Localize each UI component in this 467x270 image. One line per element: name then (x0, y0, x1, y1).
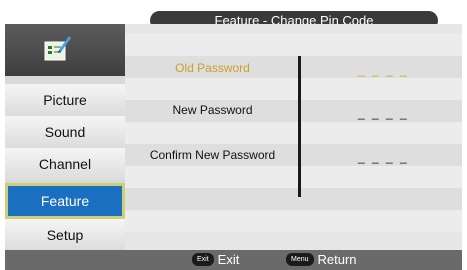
sidebar-item-label: Feature (40, 193, 90, 209)
old-password-field[interactable]: _ _ _ _ (358, 63, 409, 77)
menu-key-icon: Menu (286, 253, 314, 266)
exit-label: Exit (217, 252, 240, 267)
sidebar-item-label: Setup (46, 227, 84, 243)
confirm-password-field[interactable]: _ _ _ _ (358, 150, 409, 164)
sidebar-item-label: Picture (43, 92, 87, 108)
panel-stripe (125, 122, 462, 144)
sidebar-item-label: Sound (44, 124, 86, 140)
sidebar-item-sound[interactable]: Sound (5, 116, 125, 148)
panel-stripe (125, 188, 462, 210)
panel-stripe (125, 210, 462, 232)
column-divider (298, 56, 301, 197)
sidebar-item-channel[interactable]: Channel (5, 148, 125, 180)
exit-key-icon: Exit (192, 253, 214, 266)
confirm-password-label[interactable]: Confirm New Password (125, 148, 300, 162)
sidebar-item-picture[interactable]: Picture (5, 84, 125, 116)
return-label: Return (317, 252, 357, 267)
notepad-pencil-icon (44, 36, 71, 61)
sidebar-logo (5, 24, 125, 76)
new-password-field[interactable]: _ _ _ _ (358, 106, 409, 120)
exit-hint[interactable]: Exit Exit (192, 252, 239, 267)
return-hint[interactable]: Menu Return (286, 252, 357, 267)
panel-stripe (125, 78, 462, 100)
panel-stripe (125, 166, 462, 188)
sidebar-item-feature[interactable]: Feature (5, 183, 125, 219)
new-password-label[interactable]: New Password (125, 103, 300, 117)
panel-stripe (125, 34, 462, 56)
sidebar-item-label: Channel (38, 156, 92, 172)
sidebar-item-setup[interactable]: Setup (5, 219, 125, 251)
old-password-label[interactable]: Old Password (125, 61, 300, 75)
